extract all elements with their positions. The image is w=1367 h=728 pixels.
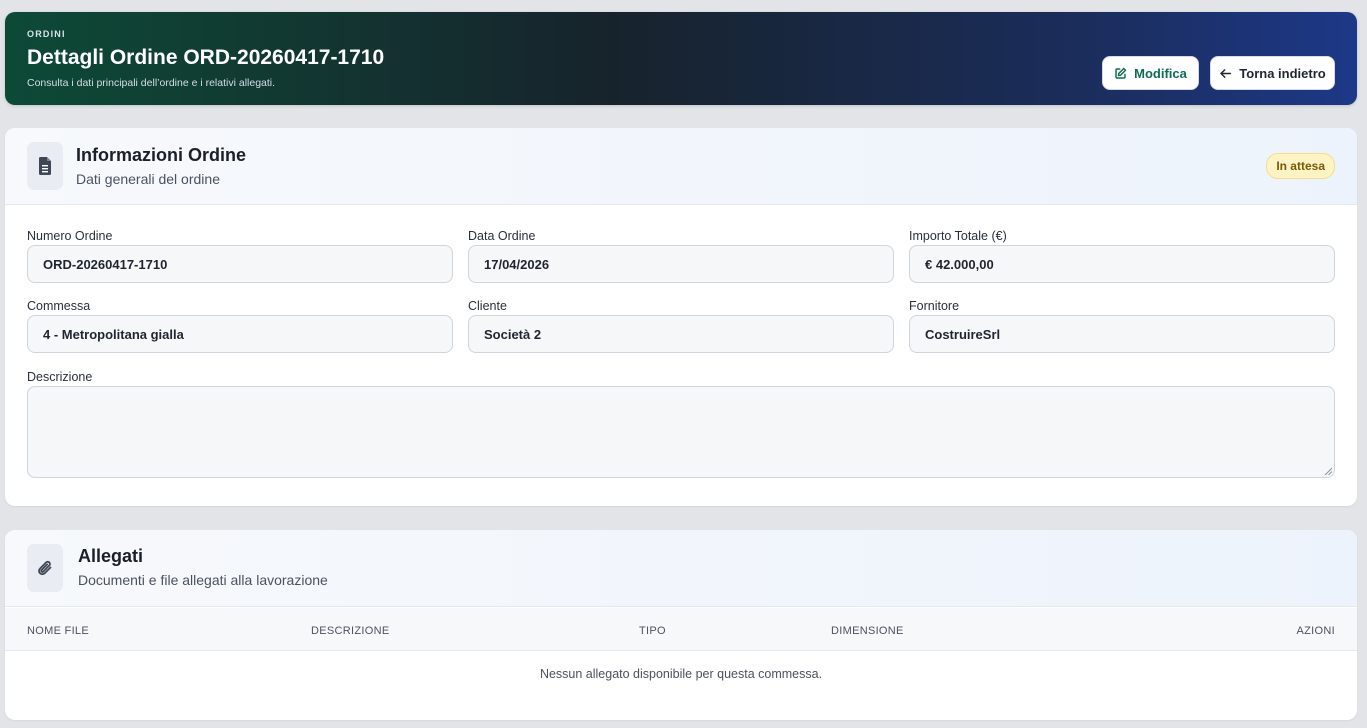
attachments-card: Allegati Documenti e file allegati alla … — [5, 530, 1357, 720]
resize-handle-icon[interactable] — [1324, 467, 1332, 475]
back-button[interactable]: Torna indietro — [1210, 56, 1335, 90]
paperclip-icon — [38, 560, 52, 576]
document-icon-box — [27, 142, 63, 190]
attachments-table-header: NOME FILE DESCRIZIONE TIPO DIMENSIONE AZ… — [5, 608, 1357, 651]
order-date-field[interactable]: 17/04/2026 — [468, 245, 894, 283]
section-eyebrow: ORDINI — [27, 29, 66, 39]
column-size: DIMENSIONE — [831, 625, 904, 637]
edit-button-label: Modifica — [1134, 65, 1187, 81]
attachments-title: Allegati — [78, 546, 144, 566]
client-label: Cliente — [468, 299, 507, 313]
total-amount-field[interactable]: € 42.000,00 — [909, 245, 1335, 283]
empty-state-message: Nessun allegato disponibile per questa c… — [539, 667, 823, 681]
page-header: ORDINI Dettagli Ordine ORD-20260417-1710… — [5, 12, 1357, 105]
document-icon — [39, 157, 51, 175]
paperclip-icon-box — [27, 544, 63, 592]
order-date-label: Data Ordine — [468, 229, 536, 243]
order-info-subtitle: Dati generali del ordine — [76, 171, 220, 187]
page-subtitle: Consulta i dati principali dell’ordine e… — [27, 77, 276, 89]
order-number-field[interactable]: ORD-20260417-1710 — [27, 245, 453, 283]
edit-icon — [1115, 67, 1127, 79]
column-type: TIPO — [639, 625, 666, 637]
order-info-header: Informazioni Ordine Dati generali del or… — [5, 128, 1357, 205]
job-label: Commessa — [27, 299, 91, 313]
supplier-field[interactable]: CostruireSrl — [909, 315, 1335, 353]
page-title: Dettagli Ordine ORD-20260417-1710 — [27, 46, 385, 69]
attachments-header: Allegati Documenti e file allegati alla … — [5, 530, 1357, 607]
order-info-card: Informazioni Ordine Dati generali del or… — [5, 128, 1357, 506]
back-button-label: Torna indietro — [1239, 65, 1326, 81]
supplier-label: Fornitore — [909, 299, 960, 313]
client-field[interactable]: Società 2 — [468, 315, 894, 353]
job-field[interactable]: 4 - Metropolitana gialla — [27, 315, 453, 353]
column-description: DESCRIZIONE — [311, 625, 390, 637]
description-textarea[interactable] — [27, 386, 1335, 478]
attachments-subtitle: Documenti e file allegati alla lavorazio… — [78, 572, 328, 588]
arrow-left-icon — [1220, 68, 1232, 78]
order-info-title: Informazioni Ordine — [76, 145, 247, 165]
description-label: Descrizione — [27, 370, 93, 384]
total-amount-label: Importo Totale (€) — [909, 229, 1007, 243]
order-number-label: Numero Ordine — [27, 229, 113, 243]
status-badge: In attesa — [1266, 153, 1335, 179]
edit-button[interactable]: Modifica — [1102, 56, 1199, 90]
column-actions: AZIONI — [1296, 625, 1335, 637]
column-file-name: NOME FILE — [27, 625, 89, 637]
